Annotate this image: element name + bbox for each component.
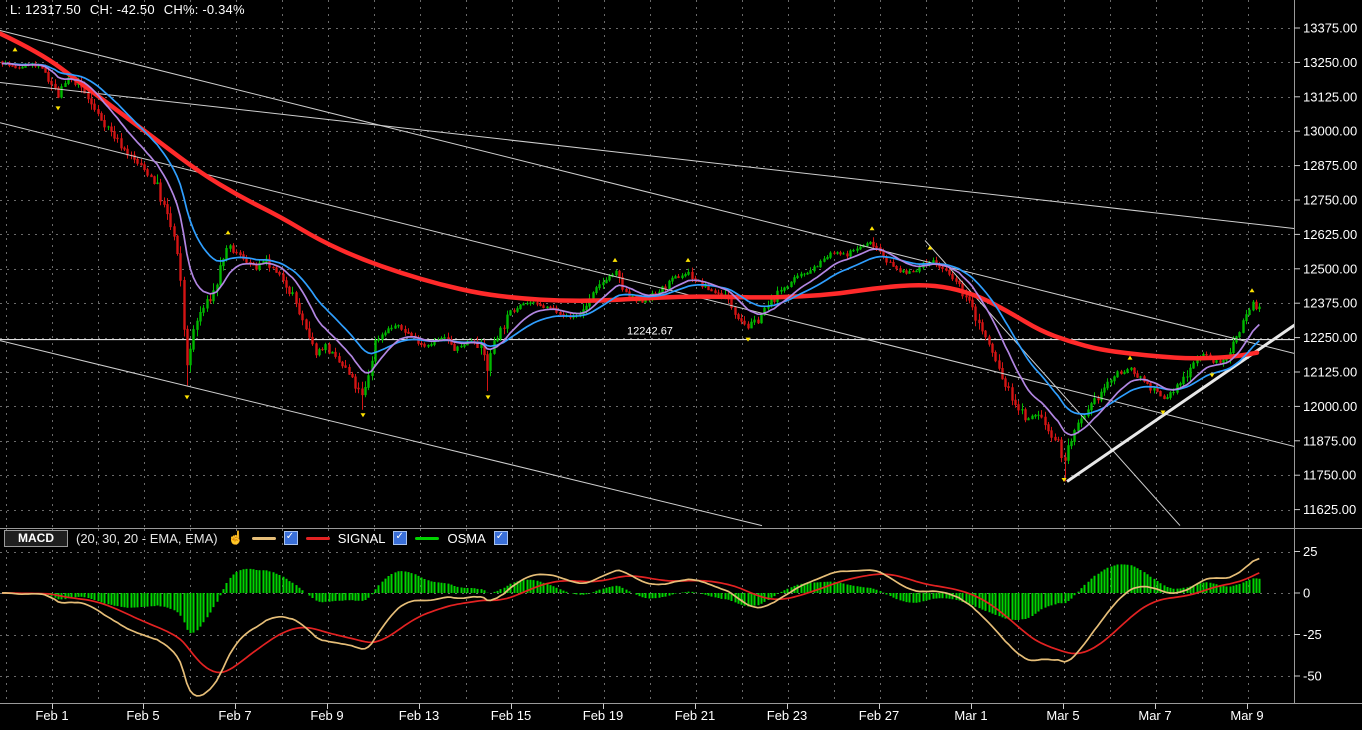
signal-label: SIGNAL — [337, 530, 386, 546]
date-axis-label: Mar 5 — [1046, 708, 1079, 723]
date-axis-label: Feb 21 — [675, 708, 715, 723]
price-axis-label: 11750.00 — [1303, 468, 1356, 483]
chart-canvas[interactable]: 13375.00 13250.00 13125.00 13000.00 12875.00… — [0, 0, 1362, 730]
fractal-down-icon — [360, 413, 366, 418]
price-axis-label: 12125.00 — [1303, 365, 1357, 380]
long-ma-red — [0, 31, 1260, 361]
price-axis-label: 13375.00 — [1303, 21, 1357, 36]
fractal-up-icon — [1249, 288, 1255, 293]
macd-header: MACD (20, 30, 20 - EMA, EMA) ☝ SIGNAL OS… — [4, 529, 508, 547]
trendline — [0, 122, 1294, 447]
price-axis-label: 12875.00 — [1303, 158, 1357, 173]
date-axis-label: Feb 7 — [218, 708, 251, 723]
osma-swatch — [415, 536, 440, 540]
fractal-markers — [12, 47, 1255, 482]
price-axis-label: 13000.00 — [1303, 124, 1357, 139]
price-axis-label: 13125.00 — [1303, 89, 1357, 104]
fractal-up-icon — [869, 226, 875, 231]
macd-axis-label: 25 — [1303, 544, 1317, 559]
price-axis-label: 12000.00 — [1303, 399, 1357, 414]
moving-averages — [0, 31, 1260, 436]
price-axis-label: 13250.00 — [1303, 55, 1357, 70]
fractal-up-icon — [685, 257, 691, 262]
macd-axis-label: -50 — [1303, 669, 1322, 684]
fractal-down-icon — [55, 106, 61, 111]
date-axis-label: Feb 27 — [859, 708, 899, 723]
price-axis-label: 12375.00 — [1303, 296, 1357, 311]
price-axis-label: 12750.00 — [1303, 193, 1357, 208]
up-candle-bodies — [4, 62, 1261, 461]
macd-axis-label: -25 — [1303, 627, 1322, 642]
price-status: L: 12317.50 CH: -42.50 CH%: -0.34% — [10, 2, 245, 17]
macd-indicator-button[interactable]: MACD — [4, 529, 68, 547]
price-axis-label: 12250.00 — [1303, 330, 1357, 345]
last-price: L: 12317.50 — [10, 2, 81, 17]
price-axis-label: 11625.00 — [1303, 502, 1356, 517]
hline-label: 12242.67 — [627, 326, 673, 338]
trendline — [0, 340, 763, 527]
fractal-down-icon — [1209, 373, 1215, 378]
fractal-up-icon — [1127, 355, 1133, 360]
date-axis-label: Feb 15 — [491, 708, 531, 723]
trendline — [0, 30, 1294, 354]
date-axis-label: Mar 1 — [954, 708, 987, 723]
macd-line-swatch — [251, 536, 276, 540]
date-axis-label: Feb 23 — [767, 708, 807, 723]
fractal-down-icon — [485, 395, 491, 400]
signal-line-swatch — [305, 536, 330, 540]
macd-line-checkbox[interactable] — [283, 531, 298, 545]
change-percent: CH%: -0.34% — [163, 2, 245, 17]
price-axis-label: 12500.00 — [1303, 261, 1357, 276]
signal-checkbox[interactable] — [393, 531, 408, 545]
fractal-up-icon — [225, 230, 231, 235]
fractal-up-icon — [12, 47, 18, 52]
macd-axis-label: 0 — [1303, 586, 1310, 601]
price-axis-label: 11875.00 — [1303, 433, 1356, 448]
osma-label: OSMA — [447, 530, 486, 546]
price-axis-label: 12625.00 — [1303, 227, 1357, 242]
date-axis-label: Mar 9 — [1230, 708, 1263, 723]
date-axis-label: Feb 19 — [583, 708, 623, 723]
osma-checkbox[interactable] — [493, 531, 508, 545]
macd-params: (20, 30, 20 - EMA, EMA) — [76, 530, 218, 546]
change-value: CH: -42.50 — [89, 2, 155, 17]
fractal-up-icon — [612, 257, 618, 262]
date-axis-label: Feb 9 — [310, 708, 343, 723]
fractal-down-icon — [184, 395, 190, 400]
trendline — [0, 82, 1294, 229]
date-axis-label: Feb 13 — [399, 708, 439, 723]
date-axis-label: Mar 7 — [1138, 708, 1171, 723]
hand-pan-icon[interactable]: ☝ — [228, 530, 244, 546]
date-axis-label: Feb 1 — [35, 708, 68, 723]
trading-chart-app: 13375.00 13250.00 13125.00 13000.00 12875.00… — [0, 0, 1362, 730]
date-axis-label: Feb 5 — [126, 708, 159, 723]
trendline — [924, 240, 1181, 526]
